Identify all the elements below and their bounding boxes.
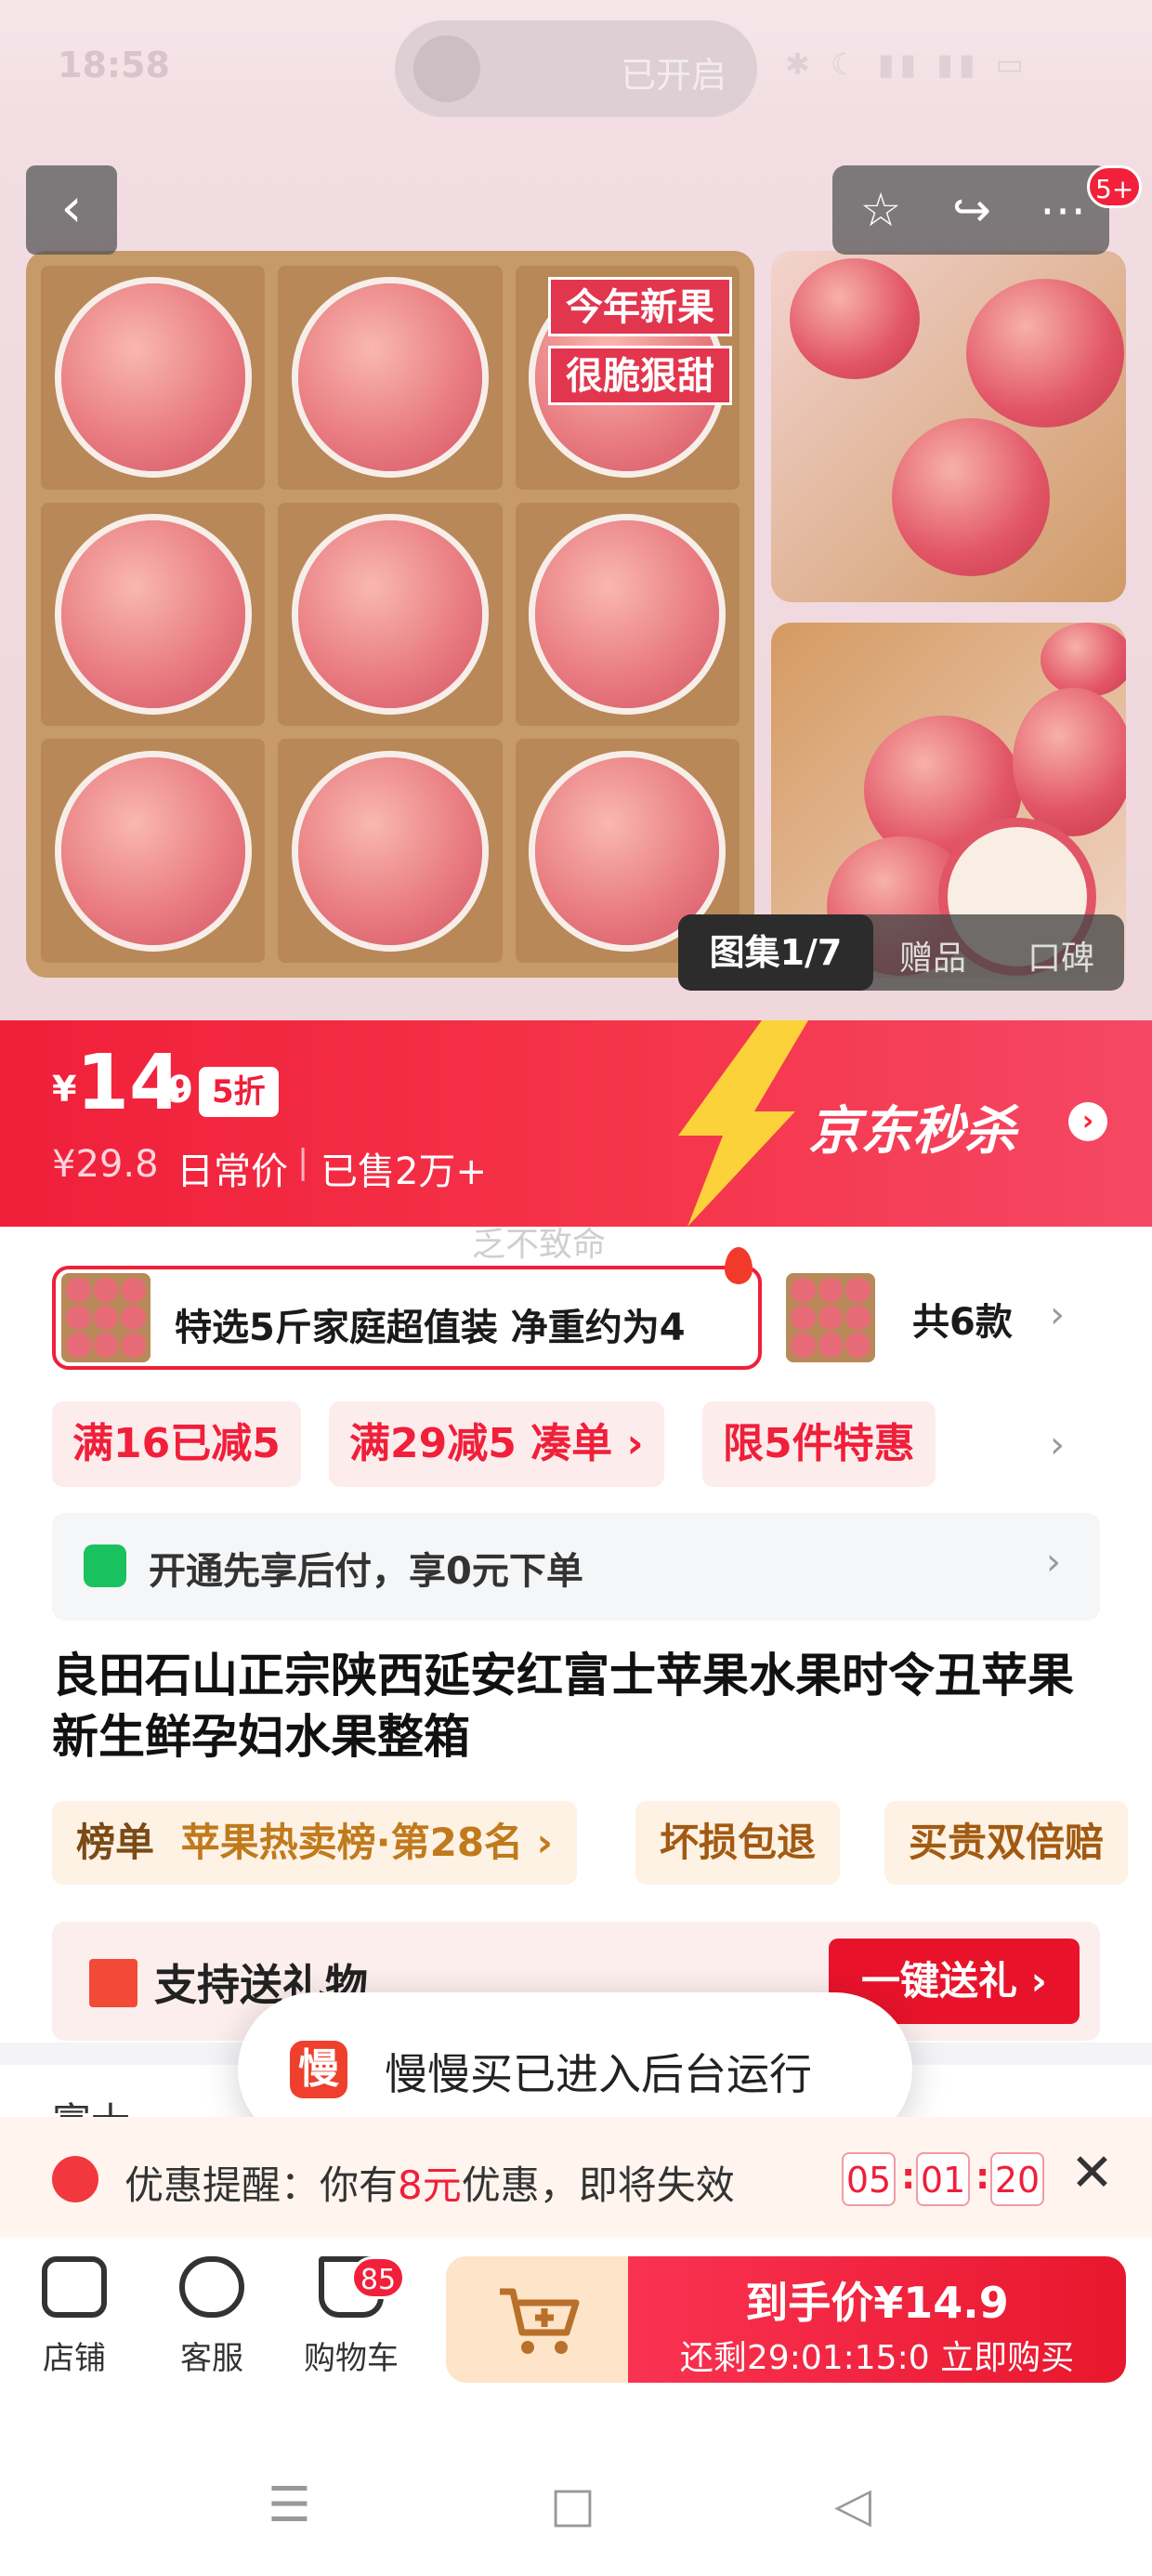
selected-variant-card[interactable]: 特选5斤家庭超值装 净重约为4 <box>52 1266 762 1370</box>
add-cart-icon <box>500 2288 580 2354</box>
home-icon[interactable]: □ <box>550 2477 596 2533</box>
ranking-label: 榜单 <box>76 1820 155 1865</box>
chevron-right-icon[interactable]: › <box>1050 1424 1065 1466</box>
guarantee-chip[interactable]: 买贵双倍赔 <box>884 1801 1129 1885</box>
nav-service[interactable]: 客服 <box>156 2256 268 2378</box>
chevron-right-icon[interactable]: › <box>1068 1102 1107 1141</box>
reminder-text: 优惠提醒：你有8元优惠，即将失效 <box>124 2162 735 2208</box>
nav-cart-label: 购物车 <box>304 2340 399 2377</box>
ranking-chip[interactable]: 榜单 苹果热卖榜·第28名 › <box>52 1801 577 1885</box>
original-price-label: 日常价 <box>177 1150 288 1193</box>
status-time: 18:58 <box>58 45 170 85</box>
cart-count-badge: 85 <box>351 2256 405 2299</box>
product-title: 良田石山正宗陕西延安红富士苹果水果时令丑苹果新生鲜孕妇水果整箱 <box>52 1649 1074 1764</box>
microphone-icon <box>413 35 480 102</box>
sold-count: 已售2万+ <box>321 1150 487 1193</box>
jd-seckill-label[interactable]: 京东秒杀 <box>808 1089 1016 1164</box>
timer-seconds: 20 <box>990 2152 1044 2206</box>
discount-badge: 5折 <box>199 1067 279 1117</box>
price-currency: ¥ <box>52 1069 77 1110</box>
gift-icon <box>89 1959 137 2007</box>
service-icon <box>179 2256 244 2318</box>
tab-gallery[interactable]: 图集1/7 <box>678 914 873 991</box>
watermark-text: 乏不致命 <box>472 1226 607 1264</box>
ranking-detail: 苹果热卖榜·第28名 › <box>180 1820 553 1865</box>
message-badge: 5+ <box>1087 165 1143 208</box>
chevron-right-icon[interactable]: › <box>1050 1294 1065 1336</box>
guarantee-chip[interactable]: 坏损包退 <box>635 1801 841 1885</box>
reminder-amount: 8元 <box>398 2162 462 2208</box>
pay-later-text: 开通先享后付，享0元下单 <box>149 1550 583 1593</box>
nav-store-label: 店铺 <box>43 2340 106 2377</box>
variant-count[interactable]: 共6款 <box>912 1292 1013 1346</box>
voice-assistant-pill[interactable]: 已开启 <box>395 20 757 117</box>
app-icon: 慢 <box>290 2041 347 2098</box>
lightning-icon <box>678 1020 808 1227</box>
gallery-tabs: 图集1/7 赠品 口碑 <box>678 914 1124 991</box>
variant-thumbnail <box>61 1273 151 1362</box>
nav-store[interactable]: 店铺 <box>19 2256 130 2378</box>
variant-thumbnail-2[interactable] <box>786 1273 875 1362</box>
toast-text: 慢慢买已进入后台运行 <box>385 2049 812 2099</box>
price-decimal: .9 <box>153 1069 194 1111</box>
shopping-bag-icon <box>84 1544 126 1587</box>
nav-service-label: 客服 <box>180 2340 243 2377</box>
add-to-cart-button[interactable] <box>446 2256 632 2383</box>
coupon-chip[interactable]: 限5件特惠 <box>702 1401 936 1487</box>
store-icon <box>42 2256 107 2318</box>
back-button[interactable]: ‹ <box>26 165 117 255</box>
timer-hours: 05 <box>842 2152 896 2206</box>
menu-icon[interactable]: ☰ <box>268 2477 311 2533</box>
pay-later-banner[interactable]: 开通先享后付，享0元下单 › <box>52 1513 1100 1621</box>
gallery-thumbnail-1[interactable] <box>771 251 1126 602</box>
chevron-right-icon: › <box>1046 1541 1061 1584</box>
system-navigation-bar: ☰ □ ◁ <box>0 2416 1152 2576</box>
variant-name: 特选5斤家庭超值装 净重约为4 <box>175 1307 686 1349</box>
favorite-star-icon[interactable]: ☆ <box>845 177 916 243</box>
tab-gifts[interactable]: 赠品 <box>899 931 966 979</box>
buy-now-button[interactable]: 到手价¥14.9 还剩29:01:15:0 立即购买 <box>628 2256 1126 2383</box>
toolbar-pill: ☆ ↪ ⋯ <box>832 165 1109 255</box>
share-icon[interactable]: ↪ <box>936 177 1007 243</box>
voice-state: 已开启 <box>621 55 727 96</box>
back-icon[interactable]: ◁ <box>834 2477 871 2533</box>
price-separator: | <box>297 1143 309 1181</box>
status-bar: 18:58 已开启 ✱ ☾ ▮▮ ▮▮ ▭ <box>0 0 1152 139</box>
tab-reviews[interactable]: 口碑 <box>1028 931 1094 979</box>
discount-reminder-bar[interactable]: 优惠提醒：你有8元优惠，即将失效 05 : 01 : 20 ✕ <box>0 2117 1152 2238</box>
main-product-image[interactable]: 今年新果 很脆狠甜 <box>26 251 754 978</box>
buy-countdown: 还剩29:01:15:0 立即购买 <box>679 2339 1075 2377</box>
close-icon[interactable]: ✕ <box>1070 2143 1114 2203</box>
original-price: ¥29.8 <box>52 1143 159 1186</box>
overlay-tag-new: 今年新果 <box>548 277 732 336</box>
clock-icon <box>52 2156 98 2202</box>
overlay-tag-sweet: 很脆狠甜 <box>548 346 732 405</box>
buy-price: 到手价¥14.9 <box>745 2278 1009 2328</box>
coupon-chip[interactable]: 满29减5 凑单 › <box>329 1401 664 1487</box>
coupon-chip[interactable]: 满16已减5 <box>52 1401 301 1487</box>
timer-minutes: 01 <box>916 2152 970 2206</box>
status-indicators: ✱ ☾ ▮▮ ▮▮ ▭ <box>785 46 1029 82</box>
hot-flame-icon <box>725 1247 753 1284</box>
